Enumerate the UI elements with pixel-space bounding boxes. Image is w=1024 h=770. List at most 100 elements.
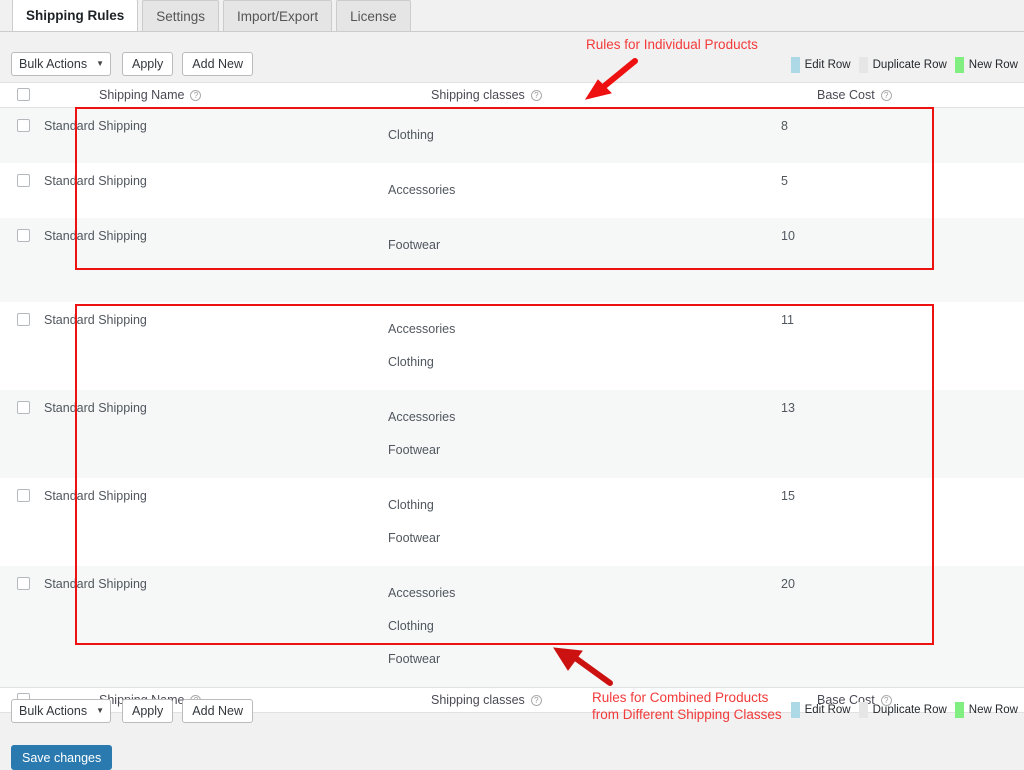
row-checkbox[interactable] <box>17 174 30 187</box>
edit-row-swatch <box>790 57 800 73</box>
legend-label-duplicate-row: Duplicate Row <box>872 59 947 71</box>
save-changes-button[interactable]: Save changes <box>11 745 113 770</box>
table-row[interactable]: Standard Shipping Accessories Clothing Foot… <box>0 566 1024 688</box>
legend-item-duplicate-row-bottom: Duplicate Row <box>858 702 947 718</box>
select-all-checkbox-top[interactable] <box>17 88 30 101</box>
cell-base-cost: 13 <box>781 401 795 415</box>
table-row[interactable]: Standard Shipping Clothing Footwear 15 <box>0 478 1024 566</box>
header-base-cost-label: Base Cost <box>817 88 875 102</box>
shipping-class-item: Accessories <box>388 183 456 197</box>
help-icon-shipping-classes[interactable]: ? <box>530 89 542 101</box>
row-select-cell <box>0 478 44 566</box>
cell-base-cost: 10 <box>781 229 795 243</box>
legend-top: Edit Row Duplicate Row New Row <box>783 57 1018 73</box>
cell-shipping-name: Standard Shipping <box>44 174 147 188</box>
shipping-class-item: Footwear <box>388 652 441 666</box>
table-row[interactable]: Standard Shipping Clothing 8 <box>0 107 1024 164</box>
table-body: Standard Shipping Clothing 8 Standard Shipp… <box>0 107 1024 688</box>
header-shipping-classes-label: Shipping classes <box>431 88 525 102</box>
table-group-spacer <box>0 273 1024 302</box>
row-checkbox[interactable] <box>17 119 30 132</box>
bulk-actions-label: Bulk Actions <box>19 57 88 71</box>
cell-shipping-classes: Clothing <box>388 108 781 164</box>
cell-shipping-name: Standard Shipping <box>44 401 147 415</box>
shipping-class-item: Accessories <box>388 410 456 424</box>
header-shipping-name-label: Shipping Name <box>99 88 185 102</box>
cell-shipping-classes: Footwear <box>388 218 781 273</box>
row-select-cell <box>0 108 44 164</box>
chevron-down-icon: ▼ <box>96 59 105 68</box>
cell-shipping-classes: Accessories Clothing Footwear <box>388 566 781 688</box>
legend-item-edit-row-bottom: Edit Row <box>790 702 851 718</box>
tab-shipping-rules[interactable]: Shipping Rules <box>12 0 139 31</box>
spacer-cell <box>0 273 1024 302</box>
row-checkbox[interactable] <box>17 401 30 414</box>
row-select-cell <box>0 390 44 478</box>
shipping-class-item: Clothing <box>388 128 434 142</box>
chevron-down-icon-bottom: ▼ <box>96 706 105 715</box>
cell-shipping-name: Standard Shipping <box>44 119 147 133</box>
legend-label-edit-row-bottom: Edit Row <box>804 704 851 716</box>
header-shipping-classes: Shipping classes ? <box>388 82 781 108</box>
tab-settings[interactable]: Settings <box>142 0 220 31</box>
shipping-class-item: Clothing <box>388 619 434 633</box>
bulk-actions-select-top[interactable]: Bulk Actions ▼ <box>11 52 112 76</box>
shipping-class-item: Footwear <box>388 531 441 545</box>
header-shipping-name: Shipping Name ? <box>44 82 388 108</box>
legend-item-new-row-bottom: New Row <box>954 702 1018 718</box>
table-row[interactable]: Standard Shipping Accessories Footwear 13 <box>0 390 1024 478</box>
new-row-swatch-bottom <box>954 702 964 718</box>
edit-row-swatch-bottom <box>790 702 800 718</box>
new-row-swatch <box>954 57 964 73</box>
header-base-cost: Base Cost ? <box>781 82 1024 108</box>
shipping-class-item: Footwear <box>388 238 441 252</box>
cell-base-cost: 11 <box>781 313 794 327</box>
shipping-class-item: Clothing <box>388 498 434 512</box>
tab-bar: Shipping Rules Settings Import/Export Li… <box>0 0 1024 32</box>
table-row[interactable]: Standard Shipping Footwear 10 <box>0 218 1024 273</box>
legend-label-new-row-bottom: New Row <box>968 704 1018 716</box>
help-icon-shipping-name[interactable]: ? <box>190 89 202 101</box>
table-row[interactable]: Standard Shipping Accessories Clothing 11 <box>0 302 1024 390</box>
apply-button-bottom[interactable]: Apply <box>122 699 174 723</box>
bulk-actions-select-bottom[interactable]: Bulk Actions ▼ <box>11 699 112 723</box>
tab-import-export[interactable]: Import/Export <box>223 0 333 31</box>
cell-shipping-name: Standard Shipping <box>44 229 147 243</box>
cell-shipping-classes: Accessories Clothing <box>388 302 781 390</box>
cell-base-cost: 15 <box>781 489 795 503</box>
row-select-cell <box>0 218 44 273</box>
cell-base-cost: 20 <box>781 577 795 591</box>
add-new-button-top[interactable]: Add New <box>182 52 254 76</box>
legend-item-new-row: New Row <box>954 57 1018 73</box>
row-checkbox[interactable] <box>17 229 30 242</box>
shipping-class-item: Clothing <box>388 355 434 369</box>
shipping-class-item: Accessories <box>388 322 456 336</box>
apply-button-top[interactable]: Apply <box>122 52 174 76</box>
table-head: Shipping Name ? Shipping classes ? Base … <box>0 82 1024 108</box>
table-row[interactable]: Standard Shipping Accessories 5 <box>0 163 1024 218</box>
bulk-actions-label-bottom: Bulk Actions <box>19 704 88 718</box>
shipping-class-item: Accessories <box>388 586 456 600</box>
legend-item-edit-row: Edit Row <box>790 57 851 73</box>
table-header-row: Shipping Name ? Shipping classes ? Base … <box>0 82 1024 108</box>
row-checkbox[interactable] <box>17 577 30 590</box>
shipping-rules-table: Shipping Name ? Shipping classes ? Base … <box>0 82 1024 713</box>
row-select-cell <box>0 566 44 688</box>
cell-base-cost: 8 <box>781 119 788 133</box>
add-new-button-bottom[interactable]: Add New <box>182 699 254 723</box>
header-select-all-cell <box>0 82 44 108</box>
legend-bottom: Edit Row Duplicate Row New Row <box>783 702 1018 718</box>
tab-license[interactable]: License <box>336 0 411 31</box>
cell-shipping-name: Standard Shipping <box>44 313 147 327</box>
duplicate-row-swatch <box>858 57 868 73</box>
cell-shipping-name: Standard Shipping <box>44 489 147 503</box>
cell-shipping-classes: Accessories Footwear <box>388 390 781 478</box>
duplicate-row-swatch-bottom <box>858 702 868 718</box>
legend-label-edit-row: Edit Row <box>804 59 851 71</box>
row-checkbox[interactable] <box>17 313 30 326</box>
cell-shipping-classes: Accessories <box>388 163 781 218</box>
legend-label-duplicate-row-bottom: Duplicate Row <box>872 704 947 716</box>
help-icon-base-cost[interactable]: ? <box>880 89 892 101</box>
row-checkbox[interactable] <box>17 489 30 502</box>
cell-base-cost: 5 <box>781 174 788 188</box>
